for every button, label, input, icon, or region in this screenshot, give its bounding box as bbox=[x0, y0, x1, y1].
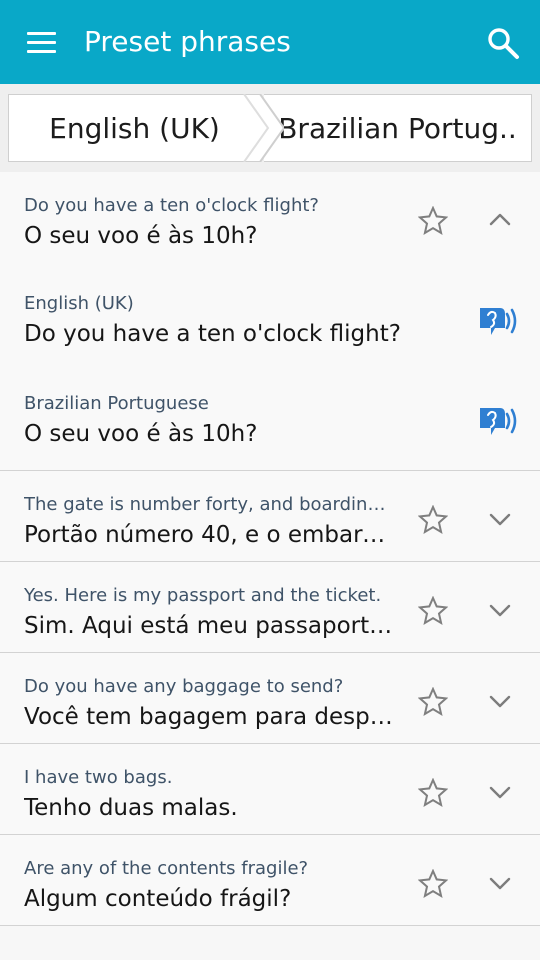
phrase-item[interactable]: I have two bags. Tenho duas malas. bbox=[0, 744, 540, 835]
phrase-item[interactable]: Are any of the contents fragile? Algum c… bbox=[0, 835, 540, 926]
detail-phrase-text: Do you have a ten o'clock flight? bbox=[24, 321, 401, 347]
chevron-up-icon[interactable] bbox=[488, 210, 512, 230]
page-title: Preset phrases bbox=[84, 25, 291, 58]
target-language-label: Brazilian Portug.. bbox=[278, 111, 517, 145]
menu-icon[interactable] bbox=[27, 30, 57, 54]
detail-language-label: Brazilian Portuguese bbox=[24, 393, 209, 414]
phrase-source-text: Yes. Here is my passport and the ticket. bbox=[24, 585, 382, 606]
chevron-down-icon[interactable] bbox=[488, 509, 512, 529]
star-icon[interactable] bbox=[417, 777, 449, 808]
star-icon[interactable] bbox=[417, 595, 449, 626]
star-icon[interactable] bbox=[417, 868, 449, 899]
star-icon[interactable] bbox=[417, 504, 449, 535]
phrase-target-text: O seu voo é às 10h? bbox=[24, 223, 258, 249]
phrase-item[interactable]: Yes. Here is my passport and the ticket.… bbox=[0, 562, 540, 653]
phrase-row[interactable]: The gate is number forty, and boarding s… bbox=[0, 471, 540, 562]
phrase-source-text: Do you have any baggage to send? bbox=[24, 676, 344, 697]
phrase-row[interactable]: Do you have a ten o'clock flight? O seu … bbox=[0, 172, 540, 270]
phrase-target-text: Algum conteúdo frágil? bbox=[24, 886, 292, 912]
phrase-item[interactable]: The gate is number forty, and boarding s… bbox=[0, 471, 540, 562]
target-language-button[interactable]: Brazilian Portug.. bbox=[264, 94, 532, 162]
phrase-row[interactable]: Yes. Here is my passport and the ticket.… bbox=[0, 562, 540, 653]
chevron-down-icon[interactable] bbox=[488, 782, 512, 802]
translation-detail-portuguese: Brazilian Portuguese O seu voo é às 10h? bbox=[0, 370, 540, 471]
language-direction-icon bbox=[236, 94, 284, 162]
phrase-item-expanded[interactable]: Do you have a ten o'clock flight? O seu … bbox=[0, 172, 540, 471]
phrase-item[interactable]: Do you have any baggage to send? Você te… bbox=[0, 653, 540, 744]
detail-language-label: English (UK) bbox=[24, 293, 134, 314]
speaker-icon[interactable] bbox=[476, 304, 520, 338]
language-selector: English (UK) Brazilian Portug.. bbox=[0, 84, 540, 173]
phrase-row[interactable]: I have two bags. Tenho duas malas. bbox=[0, 744, 540, 835]
phrase-target-text: Você tem bagagem para despa... bbox=[24, 704, 398, 730]
phrase-source-text: The gate is number forty, and boarding s… bbox=[24, 494, 396, 515]
star-icon[interactable] bbox=[417, 686, 449, 717]
phrase-row[interactable]: Do you have any baggage to send? Você te… bbox=[0, 653, 540, 744]
phrase-target-text: Tenho duas malas. bbox=[24, 795, 238, 821]
star-icon[interactable] bbox=[417, 205, 449, 236]
phrase-source-text: Are any of the contents fragile? bbox=[24, 858, 309, 879]
phrase-target-text: Sim. Aqui está meu passaporte... bbox=[24, 613, 398, 639]
phrase-source-text: Do you have a ten o'clock flight? bbox=[24, 195, 319, 216]
preset-phrases-screen: Preset phrases English (UK) Brazilian Po… bbox=[0, 0, 540, 960]
detail-phrase-text: O seu voo é às 10h? bbox=[24, 421, 258, 447]
speaker-icon[interactable] bbox=[476, 404, 520, 438]
app-bar: Preset phrases bbox=[0, 0, 540, 84]
phrase-list: Do you have a ten o'clock flight? O seu … bbox=[0, 172, 540, 926]
chevron-down-icon[interactable] bbox=[488, 691, 512, 711]
phrase-target-text: Portão número 40, e o embarq... bbox=[24, 522, 398, 548]
chevron-down-icon[interactable] bbox=[488, 600, 512, 620]
phrase-source-text: I have two bags. bbox=[24, 767, 173, 788]
source-language-button[interactable]: English (UK) bbox=[8, 94, 260, 162]
translation-detail-english: English (UK) Do you have a ten o'clock f… bbox=[0, 270, 540, 370]
search-icon[interactable] bbox=[486, 26, 520, 60]
phrase-row[interactable]: Are any of the contents fragile? Algum c… bbox=[0, 835, 540, 926]
chevron-down-icon[interactable] bbox=[488, 873, 512, 893]
source-language-label: English (UK) bbox=[49, 111, 220, 145]
